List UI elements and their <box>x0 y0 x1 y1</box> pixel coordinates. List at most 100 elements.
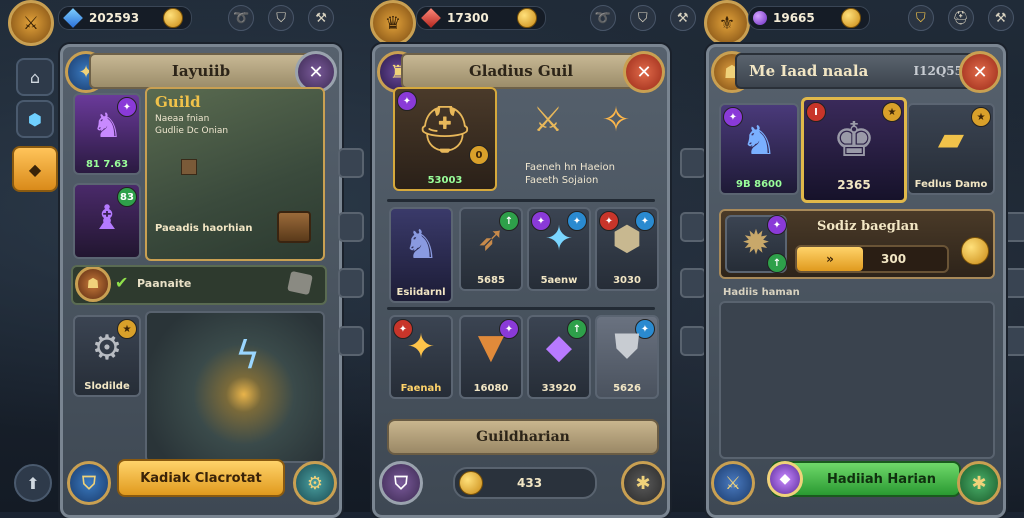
right-panel-code: I12Q55 <box>913 64 963 78</box>
shop-item-1[interactable]: ♞ Esiidarnl <box>389 207 453 303</box>
coin-icon[interactable] <box>961 237 989 265</box>
sword-icon[interactable]: ⚒ <box>987 5 1014 31</box>
gem-amount: 19665 <box>773 11 815 25</box>
hut-icon <box>181 159 197 175</box>
left-topbar: 202593 ➰ ⛉ ⚒ <box>58 0 335 36</box>
right-screen: ⚜ 19665 ⛉ ⛑ ⚒ ☗ Me Iaad naala I12Q55 ✕ ✦… <box>700 0 1024 518</box>
left-gear-button[interactable]: ⚙ <box>293 461 337 505</box>
shop-item-7[interactable]: ↑ ◆ 33920 <box>527 315 591 399</box>
check-icon: ✔ <box>115 273 129 292</box>
coin-icon <box>840 8 861 28</box>
mid-shield-button[interactable]: ⛉ <box>379 461 423 505</box>
sword-icon[interactable]: ⚒ <box>669 5 696 31</box>
coin-icon <box>163 8 184 28</box>
player-avatar[interactable]: ♛ <box>370 0 416 46</box>
item-card[interactable]: ⚙ ★ Slodilde <box>73 315 141 397</box>
item-value: 5626 <box>613 383 641 394</box>
middle-panel: ♜ Gladius Guil ✕ ⛑ ✦ 0 53003 ⚔ ✧ Faeneh … <box>372 44 670 518</box>
horn-icon[interactable]: ➰ <box>228 5 255 31</box>
shield-icon[interactable]: ⛉ <box>268 5 295 31</box>
gold-resource[interactable]: 17300 <box>416 6 546 30</box>
golden-axe-icon: ⚔ <box>532 100 564 140</box>
spear-icon: ➶ <box>476 219 506 259</box>
side-nav-gem[interactable]: ⬢ <box>16 100 54 138</box>
item-rank-badge: ★ <box>117 319 137 339</box>
guild-main-button[interactable]: Guildharian <box>387 419 659 455</box>
guild-subtitle: Naeaa fnian Gudlie Dc Onian <box>155 114 229 136</box>
player-avatar[interactable]: ⚜ <box>704 0 750 46</box>
helmet-icon[interactable]: ⛑ <box>947 5 974 31</box>
hero-card-2[interactable]: ♝ 83 <box>73 183 141 259</box>
chest-card[interactable]: ★ ▰ Fedlus Damo <box>907 103 995 195</box>
shop-item-2[interactable]: ↑ ➶ 5685 <box>459 207 523 291</box>
upgrade-title: Sodiz baeglan <box>817 219 919 234</box>
counter-value: 433 <box>517 476 543 490</box>
right-gear-button[interactable]: ✱ <box>957 461 1001 505</box>
gem-resource[interactable]: 19665 <box>748 6 870 30</box>
side-nav-upgrade[interactable]: ⬆ <box>14 464 52 502</box>
side-nav-active[interactable]: ◆ <box>12 146 58 192</box>
purple-gem-icon <box>753 11 767 25</box>
right-panel-title: Me Iaad naala <box>749 62 869 80</box>
edge-tile <box>338 212 364 242</box>
item-value: Faenah <box>400 383 442 394</box>
purple-orb-icon: ◆ <box>767 461 803 497</box>
left-screen: ⚔ 202593 ➰ ⛉ ⚒ ⌂ ⬢ ◆ ⬆ ✦ Iayuiib ✕ ♞ ✦ 8… <box>0 0 342 518</box>
close-icon[interactable]: ✕ <box>623 51 665 93</box>
right-panel: ☗ Me Iaad naala I12Q55 ✕ ✦ ♞ 9B 8600 I ★… <box>706 44 1006 518</box>
rank-badge: ✦ <box>767 215 787 235</box>
player-avatar[interactable]: ⚔ <box>8 0 54 46</box>
shop-item-8[interactable]: ✦ ⛊ 5626 <box>595 315 659 399</box>
item-value: 16080 <box>473 383 509 394</box>
left-shield-button[interactable]: ⛉ <box>67 461 111 505</box>
middle-screen: ♛ 17300 ➰ ⛉ ⚒ ♜ Gladius Guil ✕ ⛑ ✦ 0 530… <box>364 0 696 518</box>
counter-bar[interactable]: 433 <box>453 467 597 499</box>
quest-row[interactable]: ☗ ✔ Paanaite <box>71 265 327 305</box>
level-badge: ↑ <box>767 253 787 273</box>
shop-item-4[interactable]: ✦ ✦ ⬢ 3030 <box>595 207 659 291</box>
upgrade-item: ✹ ✦ ↑ <box>725 215 787 273</box>
gold-shield-icon[interactable]: ⛉ <box>907 5 934 31</box>
close-icon[interactable]: ✕ <box>959 51 1001 93</box>
side-nav-home[interactable]: ⌂ <box>16 58 54 96</box>
shop-item-5[interactable]: ✦ ✦ Faenah <box>389 315 453 399</box>
hero-card-1[interactable]: ♞ ✦ 81 7.63 <box>73 93 141 175</box>
action-button[interactable]: Kadiak Clacrotat <box>117 459 285 497</box>
guild-map-card[interactable]: Guild Naeaa fnian Gudlie Dc Onian Paeadi… <box>145 87 325 261</box>
ice-sword-icon: ✦ <box>544 219 574 259</box>
item-value: 5aenw <box>540 275 578 286</box>
gold-resource[interactable]: 202593 <box>58 6 193 30</box>
purple-crystal-icon: ◆ <box>545 327 573 367</box>
chest-icon[interactable] <box>277 211 311 243</box>
middle-topbar: 17300 ➰ ⛉ ⚒ <box>416 0 696 36</box>
map-label: Paeadis haorhian <box>155 223 253 234</box>
hero-card-featured[interactable]: I ★ ♚ 2365 <box>801 97 907 203</box>
right-sword-button[interactable]: ⚔ <box>711 461 755 505</box>
section-divider <box>387 199 655 202</box>
hero-value: 9B 8600 <box>736 179 782 190</box>
shield-icon[interactable]: ⛉ <box>629 5 656 31</box>
stone-icon <box>287 270 313 296</box>
level-badge: 0 <box>469 145 489 165</box>
offer-text: Faeneh hn Haeion Faeeth Sojaion <box>525 162 616 186</box>
action-button[interactable]: ◆ Hadiiah Harian <box>767 461 961 497</box>
middle-panel-title: Gladius Guil <box>401 53 641 89</box>
gold-star-icon: ✦ <box>406 327 436 367</box>
shop-item-6[interactable]: ✦ ▼ 16080 <box>459 315 523 399</box>
log-area <box>719 301 995 459</box>
bar-value: 300 <box>881 252 907 266</box>
upgrade-card[interactable]: ✹ ✦ ↑ Sodiz baeglan » 300 <box>719 209 995 279</box>
edge-tile <box>338 268 364 298</box>
robot-knight-icon: ♞ <box>741 118 777 164</box>
shop-item-3[interactable]: ✦ ✦ ✦ 5aenw <box>527 207 591 291</box>
hero-card-1[interactable]: ✦ ♞ 9B 8600 <box>719 103 799 195</box>
sword-icon[interactable]: ⚒ <box>308 5 335 31</box>
rank-badge: ✦ <box>117 97 137 117</box>
featured-value: 53003 <box>427 175 463 186</box>
level-badge: 83 <box>117 187 137 207</box>
horn-icon[interactable]: ➰ <box>589 5 616 31</box>
featured-hero-card[interactable]: ⛑ ✦ 0 53003 <box>393 87 497 191</box>
coin-icon <box>516 8 537 28</box>
mid-gear-button[interactable]: ✱ <box>621 461 665 505</box>
guild-heading: Guild <box>155 93 201 111</box>
